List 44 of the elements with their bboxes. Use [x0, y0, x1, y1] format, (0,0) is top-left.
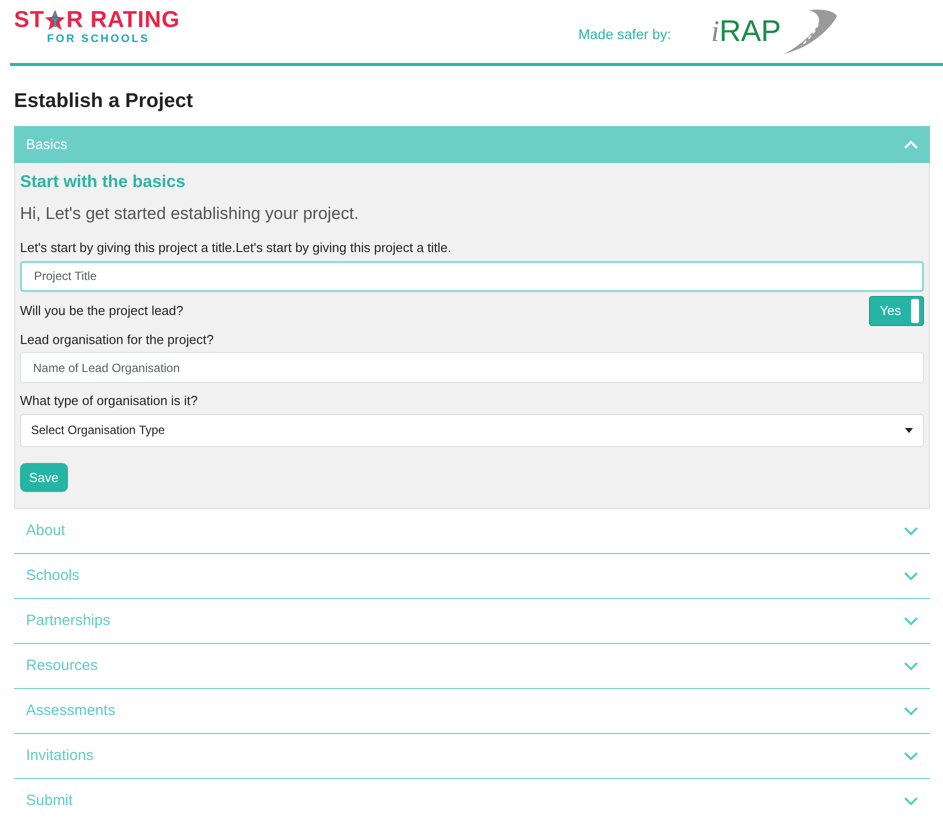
section-header[interactable]: Resources — [14, 644, 930, 689]
chevron-down-icon — [904, 572, 918, 580]
chevron-down-icon — [904, 706, 918, 716]
section-title: Schools — [26, 566, 80, 586]
field-label: Lead organisation for the project? — [20, 330, 215, 349]
partner-logo-text: iRAP — [710, 17, 781, 47]
logo-subtitle: FOR SCHOOLS — [47, 32, 151, 47]
logo-text: ST — [14, 8, 44, 31]
section-title: Assessments — [26, 700, 116, 721]
section-title: About — [26, 520, 66, 541]
intro-text: Hi, Let's get started establishing your project. — [20, 202, 360, 224]
section-header[interactable]: Invitations — [14, 734, 930, 779]
chevron-down-icon — [904, 526, 918, 536]
select-dropdown[interactable]: Select Organisation Type — [20, 414, 924, 446]
save-button[interactable]: Save — [20, 462, 68, 492]
section-header[interactable]: Submit — [14, 779, 930, 823]
section-header[interactable]: Schools — [14, 554, 930, 599]
field-label: Let's start by giving this project a title.Let's start by giving this project a title. — [20, 239, 452, 257]
logo-text: R RATING — [66, 8, 180, 31]
section-title: Invitations — [26, 746, 94, 766]
chevron-down-icon — [904, 752, 918, 760]
section-title: Partnerships — [26, 610, 110, 631]
section-title: Basics — [26, 135, 68, 154]
section-title: Resources — [26, 656, 98, 676]
field-label: What type of organisation is it? — [20, 392, 199, 410]
section-heading: Start with the basics — [20, 171, 186, 193]
chevron-down-icon — [904, 796, 918, 806]
section-header[interactable]: Assessments — [14, 689, 930, 734]
page-title: Establish a Project — [14, 89, 194, 114]
section-header[interactable]: Basics — [14, 126, 930, 163]
chevron-down-icon — [904, 662, 918, 670]
road-swoosh-icon — [781, 8, 839, 56]
made-by-text: Made safer by: — [578, 25, 671, 44]
caret-icon — [905, 428, 913, 432]
chevron-down-icon — [904, 616, 918, 626]
toggle-switch[interactable]: Yes — [868, 296, 924, 326]
chevron-up-icon — [904, 140, 918, 149]
section-title: Submit — [26, 790, 73, 811]
star-figure-icon — [44, 8, 66, 30]
section-header[interactable]: About — [14, 509, 930, 554]
field-label: Will you be the project lead? — [20, 302, 184, 320]
input-field[interactable]: Name of Lead Organisation — [20, 352, 924, 383]
input-field[interactable]: Project Title — [20, 260, 924, 292]
section-header[interactable]: Partnerships — [14, 599, 930, 644]
